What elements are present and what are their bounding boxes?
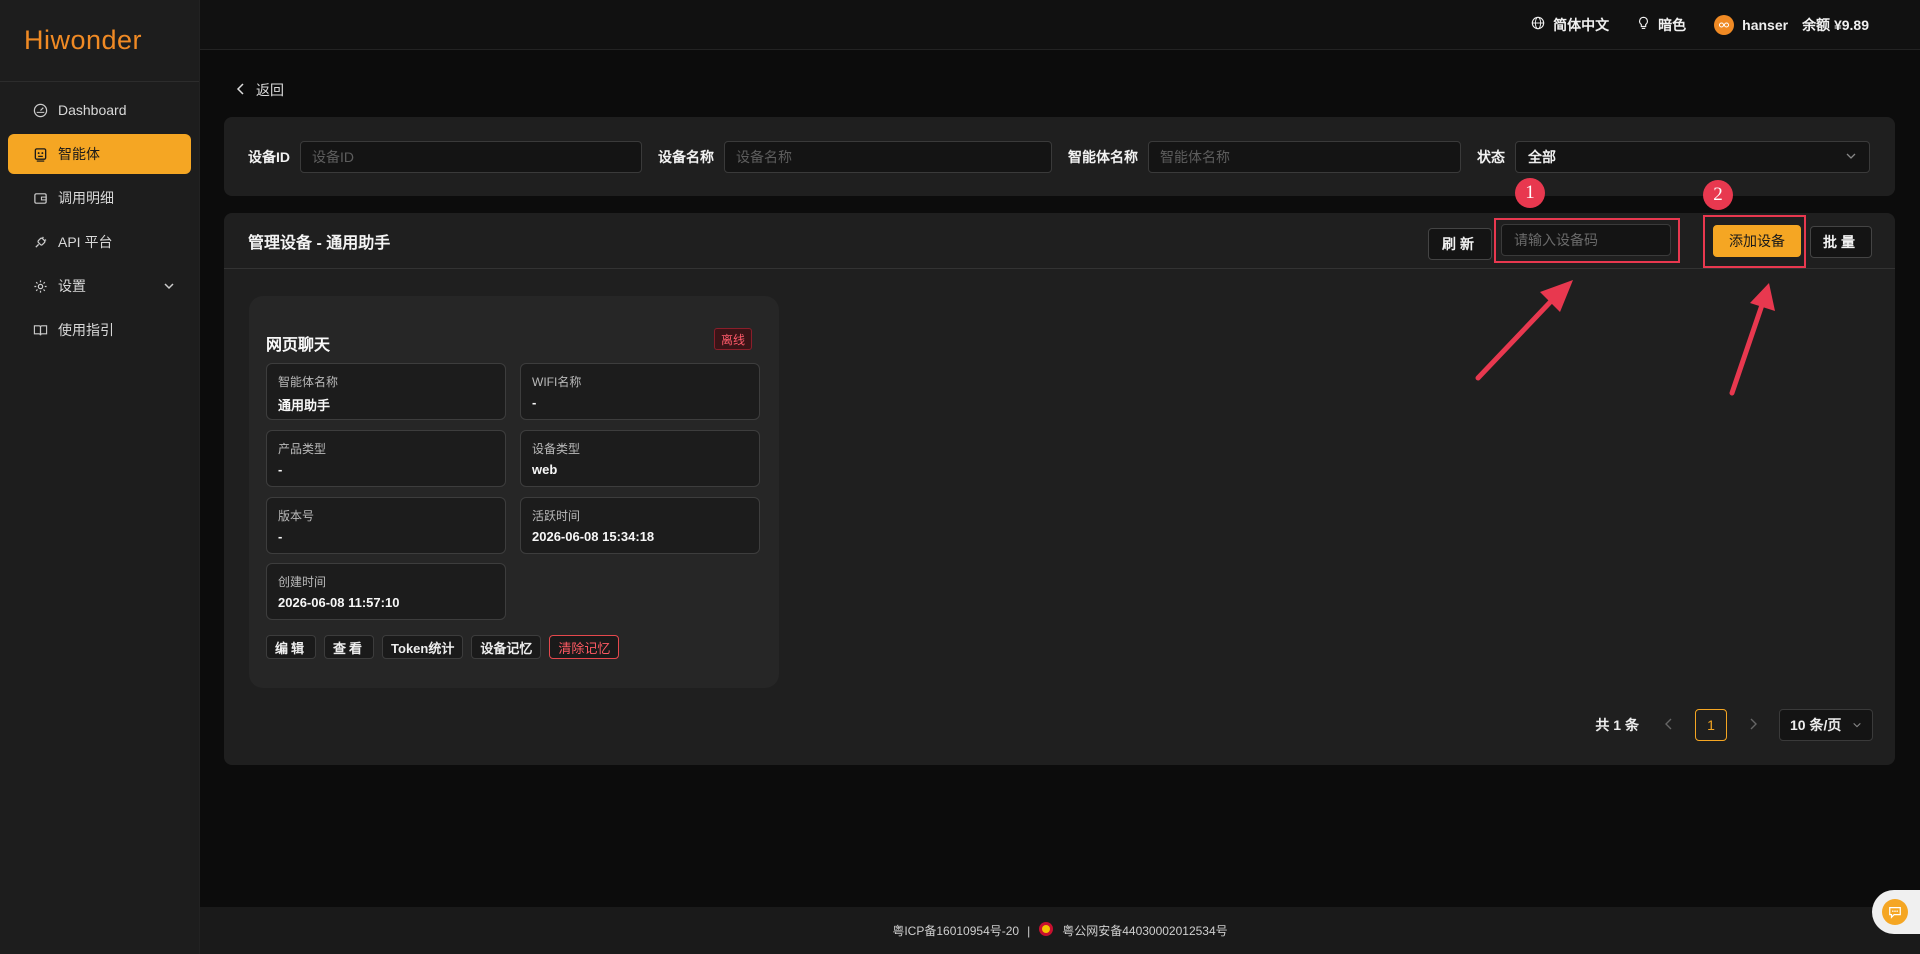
footer-separator: | — [1027, 923, 1031, 938]
footer: 粤ICP备16010954号-20 | 粤公网安备44030002012534号 — [200, 907, 1920, 954]
chat-icon — [1882, 899, 1908, 925]
icp-link[interactable]: 粤ICP备16010954号-20 — [892, 922, 1019, 939]
arrow-icon — [1729, 283, 1775, 396]
arrow-icon — [1475, 280, 1573, 381]
chat-float-button[interactable] — [1872, 890, 1920, 934]
police-badge-icon — [1038, 921, 1054, 940]
police-record-link[interactable]: 粤公网安备44030002012534号 — [1062, 922, 1227, 939]
annotation-arrows — [1475, 280, 1775, 396]
